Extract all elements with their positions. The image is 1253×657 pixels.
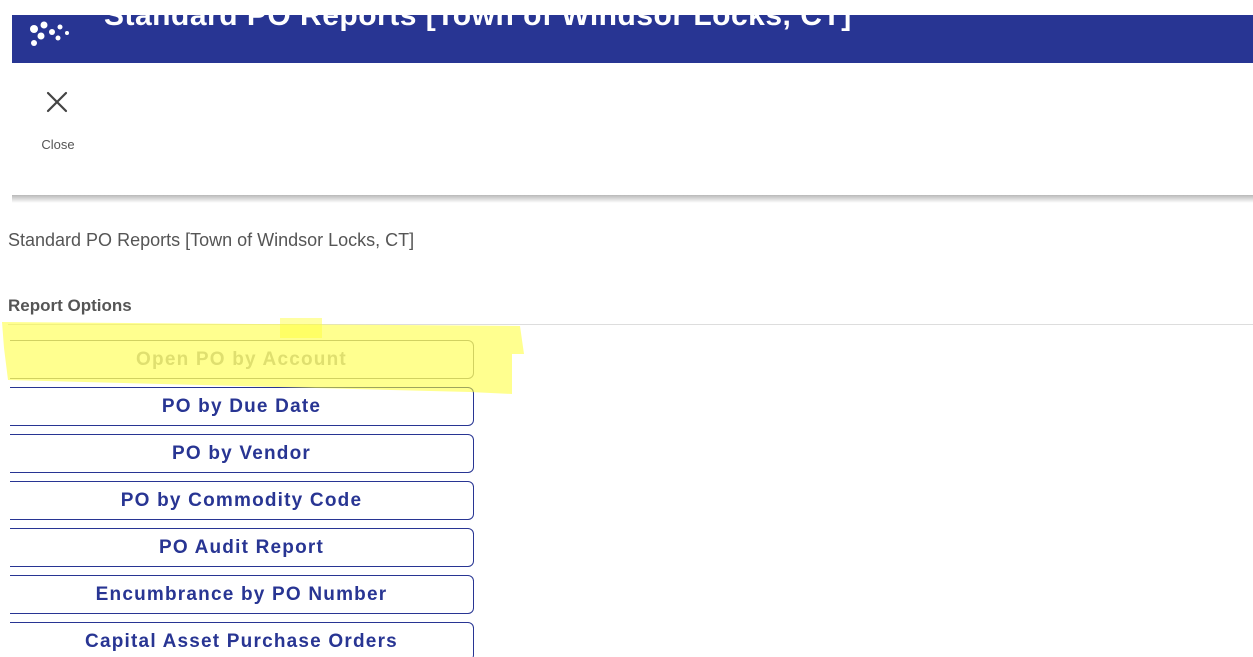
section-divider (8, 324, 1253, 325)
app-header: Standard PO Reports [Town of Windsor Loc… (12, 15, 1253, 63)
page: Standard PO Reports [Town of Windsor Loc… (0, 0, 1253, 657)
toolbar: Close (12, 63, 1253, 197)
close-button[interactable]: Close (30, 89, 86, 159)
po-by-commodity-code-button[interactable]: PO by Commodity Code (10, 481, 474, 520)
dots-logo-icon (30, 21, 69, 46)
header-title: Standard PO Reports [Town of Windsor Loc… (104, 15, 852, 32)
encumbrance-by-po-number-button[interactable]: Encumbrance by PO Number (10, 575, 474, 614)
page-heading: Standard PO Reports [Town of Windsor Loc… (8, 230, 415, 250)
po-by-vendor-button[interactable]: PO by Vendor (10, 434, 474, 473)
report-options-label: Report Options (8, 296, 132, 315)
close-x-icon (46, 91, 68, 113)
close-label: Close (41, 137, 75, 152)
capital-asset-purchase-orders-button[interactable]: Capital Asset Purchase Orders (10, 622, 474, 657)
po-audit-report-button[interactable]: PO Audit Report (10, 528, 474, 567)
report-options-list: Open PO by Account PO by Due Date PO by … (10, 340, 474, 657)
po-by-due-date-button[interactable]: PO by Due Date (10, 387, 474, 426)
open-po-by-account-button[interactable]: Open PO by Account (10, 340, 474, 379)
toolbar-divider (12, 195, 1253, 203)
